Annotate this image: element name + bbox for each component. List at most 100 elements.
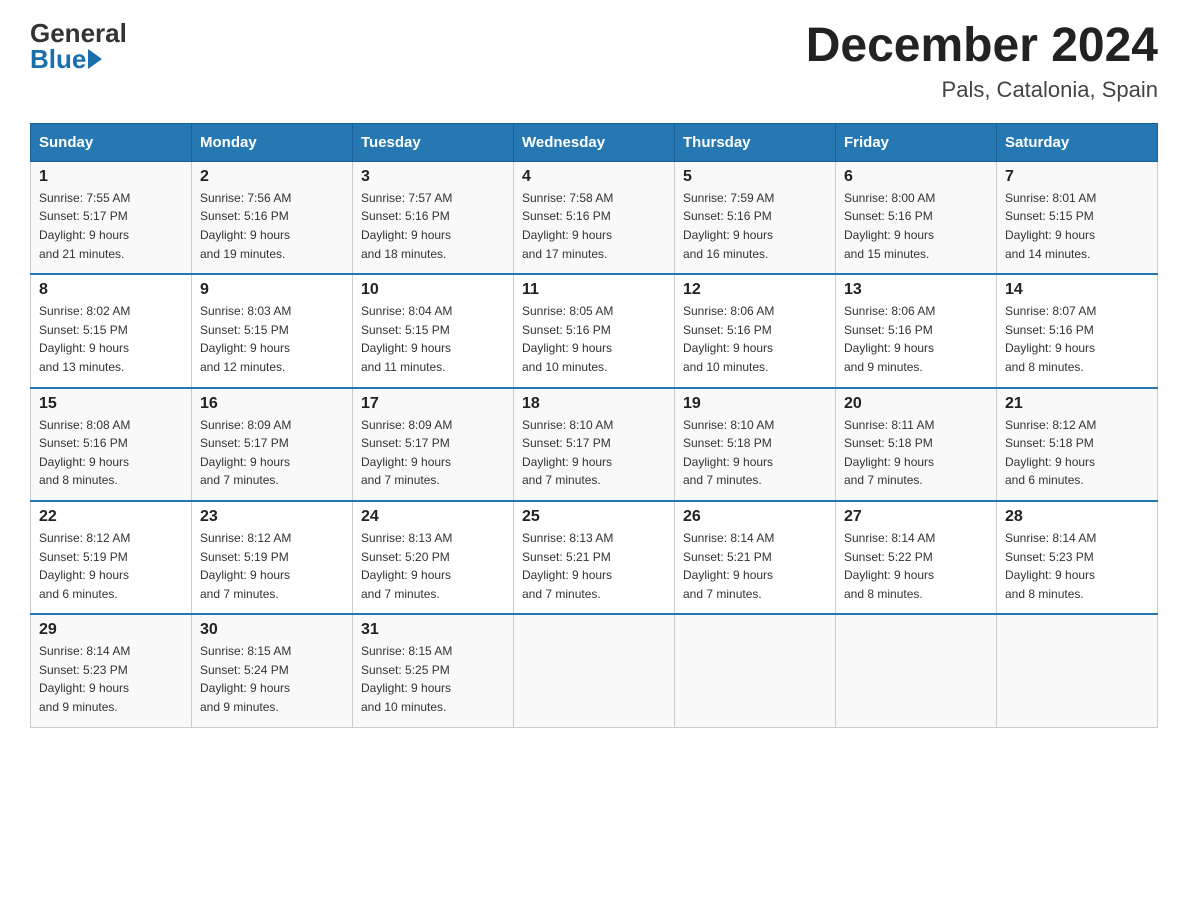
calendar-day-cell: 18 Sunrise: 8:10 AMSunset: 5:17 PMDayligh… [514,388,675,501]
weekday-header-sunday: Sunday [31,123,192,161]
calendar-day-cell: 11 Sunrise: 8:05 AMSunset: 5:16 PMDayligh… [514,274,675,387]
calendar-day-cell: 30 Sunrise: 8:15 AMSunset: 5:24 PMDayligh… [192,614,353,727]
day-info: Sunrise: 8:11 AMSunset: 5:18 PMDaylight:… [844,416,988,490]
calendar-day-cell: 10Sunrise: 8:04 AMSunset: 5:15 PMDayligh… [353,274,514,387]
day-info: Sunrise: 8:13 AMSunset: 5:21 PMDaylight:… [522,529,666,603]
day-info: Sunrise: 8:06 AMSunset: 5:16 PMDaylight:… [844,302,988,376]
day-number: 3 [361,168,505,186]
day-number: 10 [361,281,505,299]
calendar-subtitle: Pals, Catalonia, Spain [806,77,1158,103]
weekday-header-monday: Monday [192,123,353,161]
day-number: 14 [1005,281,1149,299]
day-info: Sunrise: 8:12 AMSunset: 5:19 PMDaylight:… [39,529,183,603]
day-info: Sunrise: 8:09 AMSunset: 5:17 PMDaylight:… [361,416,505,490]
calendar-day-cell: 29Sunrise: 8:14 AMSunset: 5:23 PMDayligh… [31,614,192,727]
day-number: 15 [39,395,183,413]
day-number: 5 [683,168,827,186]
calendar-day-cell: 1Sunrise: 7:55 AMSunset: 5:17 PMDaylight… [31,161,192,274]
day-number: 31 [361,621,505,639]
day-number: 30 [200,621,344,639]
day-info: Sunrise: 8:02 AMSunset: 5:15 PMDaylight:… [39,302,183,376]
calendar-day-cell: 28Sunrise: 8:14 AMSunset: 5:23 PMDayligh… [997,501,1158,614]
day-info: Sunrise: 7:57 AMSunset: 5:16 PMDaylight:… [361,189,505,263]
calendar-day-cell: 13 Sunrise: 8:06 AMSunset: 5:16 PMDayligh… [836,274,997,387]
calendar-day-cell: 4 Sunrise: 7:58 AMSunset: 5:16 PMDaylight… [514,161,675,274]
calendar-day-cell: 3 Sunrise: 7:57 AMSunset: 5:16 PMDaylight… [353,161,514,274]
day-number: 24 [361,508,505,526]
logo-general-text: General [30,20,127,46]
day-info: Sunrise: 8:03 AMSunset: 5:15 PMDaylight:… [200,302,344,376]
day-info: Sunrise: 8:14 AMSunset: 5:21 PMDaylight:… [683,529,827,603]
logo: General Blue [30,20,127,72]
logo-triangle-icon [88,49,102,69]
weekday-header-row: SundayMondayTuesdayWednesdayThursdayFrid… [31,123,1158,161]
day-number: 9 [200,281,344,299]
calendar-week-row: 8 Sunrise: 8:02 AMSunset: 5:15 PMDaylight… [31,274,1158,387]
day-number: 6 [844,168,988,186]
calendar-week-row: 29Sunrise: 8:14 AMSunset: 5:23 PMDayligh… [31,614,1158,727]
day-info: Sunrise: 7:55 AMSunset: 5:17 PMDaylight:… [39,189,183,263]
day-info: Sunrise: 8:14 AMSunset: 5:23 PMDaylight:… [39,642,183,716]
calendar-day-cell: 7 Sunrise: 8:01 AMSunset: 5:15 PMDaylight… [997,161,1158,274]
day-info: Sunrise: 7:59 AMSunset: 5:16 PMDaylight:… [683,189,827,263]
calendar-day-cell: 17 Sunrise: 8:09 AMSunset: 5:17 PMDayligh… [353,388,514,501]
day-info: Sunrise: 8:12 AMSunset: 5:18 PMDaylight:… [1005,416,1149,490]
logo-blue-text: Blue [30,46,86,72]
day-number: 28 [1005,508,1149,526]
day-info: Sunrise: 8:08 AMSunset: 5:16 PMDaylight:… [39,416,183,490]
weekday-header-saturday: Saturday [997,123,1158,161]
day-info: Sunrise: 8:14 AMSunset: 5:22 PMDaylight:… [844,529,988,603]
day-info: Sunrise: 8:10 AMSunset: 5:17 PMDaylight:… [522,416,666,490]
calendar-day-cell: 22Sunrise: 8:12 AMSunset: 5:19 PMDayligh… [31,501,192,614]
day-number: 20 [844,395,988,413]
day-number: 26 [683,508,827,526]
day-number: 2 [200,168,344,186]
weekday-header-wednesday: Wednesday [514,123,675,161]
day-number: 7 [1005,168,1149,186]
calendar-day-cell [836,614,997,727]
day-number: 25 [522,508,666,526]
day-number: 19 [683,395,827,413]
day-number: 13 [844,281,988,299]
calendar-week-row: 1Sunrise: 7:55 AMSunset: 5:17 PMDaylight… [31,161,1158,274]
calendar-day-cell [997,614,1158,727]
calendar-table: SundayMondayTuesdayWednesdayThursdayFrid… [30,123,1158,728]
day-info: Sunrise: 8:07 AMSunset: 5:16 PMDaylight:… [1005,302,1149,376]
day-number: 11 [522,281,666,299]
calendar-day-cell: 20 Sunrise: 8:11 AMSunset: 5:18 PMDayligh… [836,388,997,501]
calendar-day-cell: 14 Sunrise: 8:07 AMSunset: 5:16 PMDayligh… [997,274,1158,387]
day-info: Sunrise: 8:01 AMSunset: 5:15 PMDaylight:… [1005,189,1149,263]
day-info: Sunrise: 8:00 AMSunset: 5:16 PMDaylight:… [844,189,988,263]
weekday-header-friday: Friday [836,123,997,161]
day-info: Sunrise: 7:58 AMSunset: 5:16 PMDaylight:… [522,189,666,263]
day-info: Sunrise: 8:05 AMSunset: 5:16 PMDaylight:… [522,302,666,376]
weekday-header-thursday: Thursday [675,123,836,161]
calendar-day-cell: 27 Sunrise: 8:14 AMSunset: 5:22 PMDayligh… [836,501,997,614]
calendar-day-cell: 2Sunrise: 7:56 AMSunset: 5:16 PMDaylight… [192,161,353,274]
calendar-day-cell: 24Sunrise: 8:13 AMSunset: 5:20 PMDayligh… [353,501,514,614]
calendar-day-cell: 9 Sunrise: 8:03 AMSunset: 5:15 PMDaylight… [192,274,353,387]
title-block: December 2024 Pals, Catalonia, Spain [806,20,1158,103]
day-info: Sunrise: 8:09 AMSunset: 5:17 PMDaylight:… [200,416,344,490]
day-number: 4 [522,168,666,186]
day-info: Sunrise: 8:15 AMSunset: 5:25 PMDaylight:… [361,642,505,716]
calendar-day-cell: 5 Sunrise: 7:59 AMSunset: 5:16 PMDaylight… [675,161,836,274]
calendar-day-cell: 19Sunrise: 8:10 AMSunset: 5:18 PMDayligh… [675,388,836,501]
page-header: General Blue December 2024 Pals, Catalon… [30,20,1158,103]
day-info: Sunrise: 8:15 AMSunset: 5:24 PMDaylight:… [200,642,344,716]
day-number: 17 [361,395,505,413]
weekday-header-tuesday: Tuesday [353,123,514,161]
day-number: 23 [200,508,344,526]
calendar-day-cell [675,614,836,727]
calendar-day-cell: 21Sunrise: 8:12 AMSunset: 5:18 PMDayligh… [997,388,1158,501]
day-number: 27 [844,508,988,526]
calendar-day-cell: 15 Sunrise: 8:08 AMSunset: 5:16 PMDayligh… [31,388,192,501]
calendar-day-cell: 26 Sunrise: 8:14 AMSunset: 5:21 PMDayligh… [675,501,836,614]
calendar-day-cell: 12Sunrise: 8:06 AMSunset: 5:16 PMDayligh… [675,274,836,387]
day-number: 18 [522,395,666,413]
day-info: Sunrise: 8:06 AMSunset: 5:16 PMDaylight:… [683,302,827,376]
day-info: Sunrise: 8:12 AMSunset: 5:19 PMDaylight:… [200,529,344,603]
calendar-day-cell [514,614,675,727]
day-number: 16 [200,395,344,413]
day-number: 8 [39,281,183,299]
